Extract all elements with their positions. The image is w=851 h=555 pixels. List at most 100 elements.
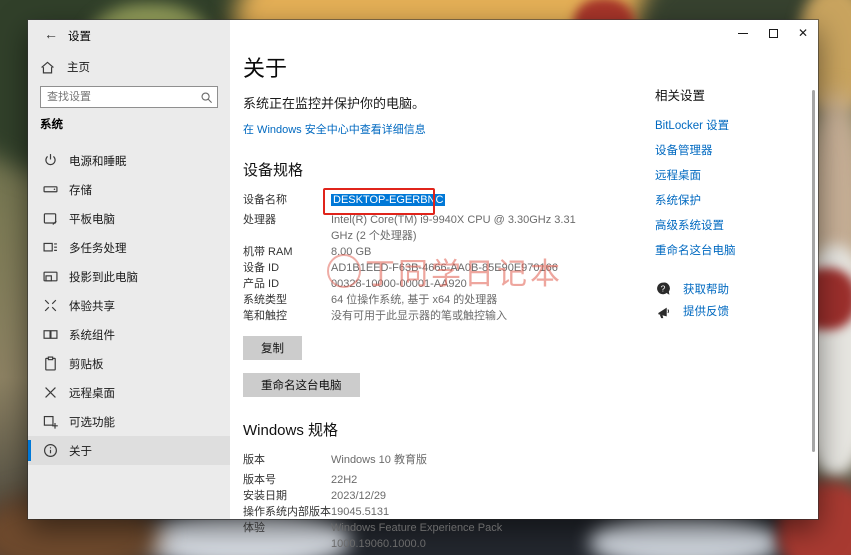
spec-label: 版本 [243,454,265,466]
remote-desktop-icon [43,385,58,400]
spec-row: 版本 Windows 10 教育版 [243,452,645,468]
sidebar-item-10[interactable]: 关于 [28,436,230,465]
get-help-icon: ? [655,281,671,297]
rename-pc-button[interactable]: 重命名这台电脑 [243,373,360,397]
optional-features-icon [43,414,58,429]
sidebar-item-label: 远程桌面 [69,387,115,400]
sidebar-item-3[interactable]: 多任务处理 [28,233,230,262]
spec-label: 设备名称 [243,194,287,206]
spec-value: Intel(R) Core(TM) i9-9940X CPU @ 3.30GHz… [331,214,576,242]
related-settings-heading: 相关设置 [655,89,706,103]
sidebar-item-label: 平板电脑 [69,213,115,226]
maximize-button[interactable] [758,20,788,46]
related-link-4[interactable]: 高级系统设置 [655,214,815,239]
spec-row: 设备名称 DESKTOP-EGERBNC [243,188,645,215]
device-spec-rows: 设备名称 DESKTOP-EGERBNC 处理器 Intel(R) Core(TM) … [243,188,645,324]
multitask-icon [43,240,58,255]
sidebar-item-1[interactable]: 存储 [28,175,230,204]
sidebar-item-label: 投影到此电脑 [69,271,138,284]
related-link-0[interactable]: BitLocker 设置 [655,114,815,139]
annotation-red-box [323,188,435,215]
related-link-3[interactable]: 系统保护 [655,189,815,214]
sidebar-item-6[interactable]: 系统组件 [28,320,230,349]
sidebar-item-2[interactable]: 平板电脑 [28,204,230,233]
sidebar-item-4[interactable]: 投影到此电脑 [28,262,230,291]
maximize-icon [768,28,778,38]
tablet-icon [43,211,58,226]
spec-label: 设备 ID [243,262,280,274]
sidebar-item-label: 电源和睡眠 [69,155,127,168]
help-links: ? 获取帮助 提供反馈 [655,278,815,322]
sidebar-item-label: 剪贴板 [69,358,104,371]
search-icon[interactable] [195,87,217,107]
spec-value: Windows 10 教育版 [331,454,427,466]
minimize-icon [738,32,748,34]
windows-spec-rows: 版本 Windows 10 教育版 版本号 22H2 安装日期 2023/12/29 操作系… [243,452,645,552]
sidebar-item-home[interactable]: 主页 [34,54,96,80]
window-title: 设置 [68,31,91,43]
spec-label: 安装日期 [243,490,287,502]
storage-icon [43,182,58,197]
power-icon [43,153,58,168]
sidebar-item-label: 主页 [67,62,90,74]
related-link-2[interactable]: 远程桌面 [655,164,815,189]
sidebar-item-label: 体验共享 [69,300,115,313]
settings-window: ← 设置 主页 系统 电源和睡眠存储平板电脑多任务处理投影到此电脑体验共享系统组… [28,20,818,550]
copy-device-spec-button[interactable]: 复制 [243,336,302,360]
sidebar-item-0[interactable]: 电源和睡眠 [28,146,230,175]
spec-row: 体验 Windows Feature Experience Pack 1000.1… [243,520,645,552]
spec-label: 产品 ID [243,278,280,290]
spec-value: AD1B1EED-F63B-4666-AA0B-85E90E970166 [331,262,558,274]
sidebar-item-9[interactable]: 可选功能 [28,407,230,436]
sidebar-item-7[interactable]: 剪贴板 [28,349,230,378]
related-link-5[interactable]: 重命名这台电脑 [655,239,815,264]
sidebar-item-label: 可选功能 [69,416,115,429]
close-icon: ✕ [797,26,809,40]
spec-row: 版本号 22H2 [243,472,645,488]
sidebar-item-label: 多任务处理 [69,242,127,255]
back-button[interactable]: ← [38,22,64,46]
spec-label: 笔和触控 [243,310,287,322]
shared-experiences-icon [43,298,58,313]
spec-value: 没有可用于此显示器的笔或触控输入 [331,310,507,322]
spec-label: 处理器 [243,214,276,226]
window-controls: ✕ [728,20,818,46]
sidebar-item-label: 系统组件 [69,329,115,342]
feedback-icon [655,303,671,319]
spec-row: 产品 ID 00328-10000-00001-AA920 [243,276,645,292]
search-box [40,86,218,108]
minimize-button[interactable] [728,20,758,46]
spec-label: 版本号 [243,474,276,486]
sidebar-item-label: 关于 [69,445,92,458]
help-link[interactable]: ? 获取帮助 [655,278,815,300]
spec-label: 体验 [243,522,265,534]
project-icon [43,269,58,284]
sidebar: ← 设置 主页 系统 电源和睡眠存储平板电脑多任务处理投影到此电脑体验共享系统组… [28,20,230,519]
sidebar-item-8[interactable]: 远程桌面 [28,378,230,407]
close-button[interactable]: ✕ [788,20,818,46]
spec-row: 处理器 Intel(R) Core(TM) i9-9940X CPU @ 3.30… [243,212,645,244]
device-name-selected-text: DESKTOP-EGERBNC [323,188,446,215]
page-subtitle: 系统正在监控并保护你的电脑。 [243,96,426,111]
sidebar-section-system: 系统 [40,119,63,131]
home-icon [40,60,55,75]
related-settings: 相关设置 BitLocker 设置 设备管理器 远程桌面 系统保护 高级系统设置 重命名这… [655,85,815,264]
sidebar-item-label: 存储 [69,184,92,197]
search-input[interactable] [41,91,195,103]
windows-security-link[interactable]: 在 Windows 安全中心中查看详细信息 [243,121,426,137]
spec-row: 操作系统内部版本 19045.5131 [243,504,645,520]
spec-label: 操作系统内部版本 [243,506,331,518]
info-icon [43,443,58,458]
spec-row: 安装日期 2023/12/29 [243,488,645,504]
back-arrow-icon: ← [44,26,58,42]
sidebar-item-5[interactable]: 体验共享 [28,291,230,320]
components-icon [43,327,58,342]
spec-value: 19045.5131 [331,506,390,518]
related-link-1[interactable]: 设备管理器 [655,139,815,164]
device-spec-heading: 设备规格 [243,162,304,179]
spec-value: 2023/12/29 [331,490,387,502]
main-content: 关于 系统正在监控并保护你的电脑。 在 Windows 安全中心中查看详细信息 … [243,20,645,555]
svg-text:?: ? [661,284,666,294]
vertical-scrollbar[interactable] [812,90,815,452]
help-link[interactable]: 提供反馈 [655,300,815,322]
